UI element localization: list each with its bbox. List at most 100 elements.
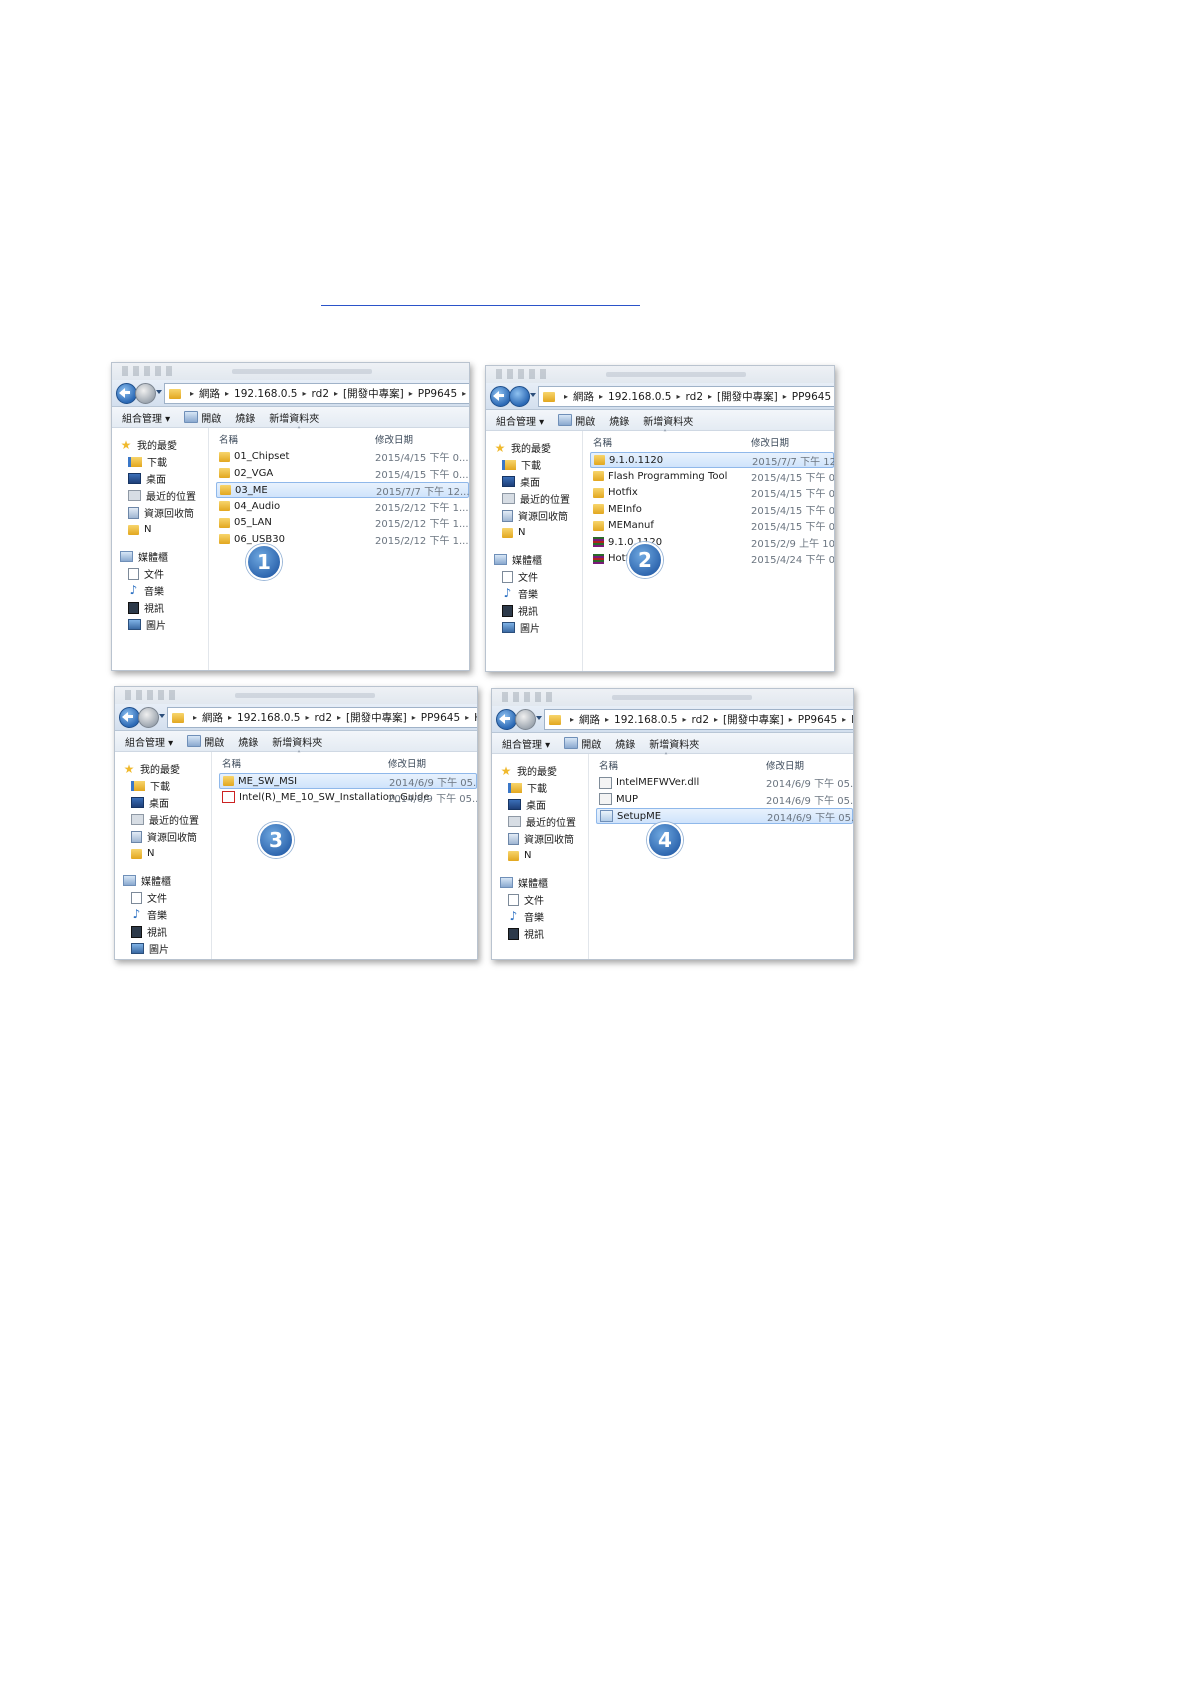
column-name-header[interactable]: 名稱 xyxy=(219,432,238,446)
nav-item-music[interactable]: ♪ 音樂 xyxy=(112,582,208,599)
chevron-right-icon[interactable]: ▸ xyxy=(570,715,574,724)
burn-button[interactable]: 燒錄 xyxy=(615,736,635,751)
breadcrumb-item[interactable]: 網路 xyxy=(573,389,594,404)
file-row[interactable]: 06_USB30 2015/2/12 下午 1... xyxy=(216,532,469,547)
chevron-right-icon[interactable]: ▸ xyxy=(306,713,310,722)
nav-item-music[interactable]: ♪ 音樂 xyxy=(115,906,211,923)
breadcrumb-item[interactable]: rd2 xyxy=(686,391,703,403)
column-name-header[interactable]: 名稱 xyxy=(593,435,612,449)
file-row[interactable]: 04_Audio 2015/2/12 下午 1... xyxy=(216,499,469,514)
breadcrumb-item[interactable]: PP9645 xyxy=(792,391,831,403)
chevron-right-icon[interactable]: ▸ xyxy=(714,715,718,724)
organize-button[interactable]: 組合管理 ▾ xyxy=(496,413,544,428)
breadcrumb-item[interactable]: H81 xyxy=(474,712,477,724)
burn-button[interactable]: 燒錄 xyxy=(609,413,629,428)
breadcrumb-item[interactable]: rd2 xyxy=(692,714,709,726)
quick-access-toolbar[interactable] xyxy=(502,692,556,702)
quick-access-toolbar[interactable] xyxy=(496,369,550,379)
chevron-right-icon[interactable]: ▸ xyxy=(708,392,712,401)
nav-item-video[interactable]: 視訊 xyxy=(492,925,588,942)
quick-access-toolbar[interactable] xyxy=(122,366,176,376)
link-underline[interactable] xyxy=(321,305,640,306)
file-row[interactable]: 9.1.0.1120 2015/7/7 下午 12... xyxy=(590,452,834,468)
new-folder-button[interactable]: 新增資料夾 xyxy=(272,734,322,749)
nav-item-folder[interactable]: N xyxy=(112,521,208,538)
chevron-right-icon[interactable]: ▸ xyxy=(190,389,194,398)
breadcrumb-item[interactable]: [開發中專案] xyxy=(343,386,404,401)
breadcrumb[interactable]: ▸網路▸192.168.0.5▸rd2▸[開發中專案]▸PP9645▸H81▸D… xyxy=(538,386,834,407)
nav-item-folder[interactable]: N xyxy=(486,524,582,541)
file-row[interactable]: MUP 2014/6/9 下午 05... xyxy=(596,792,853,807)
nav-item-video[interactable]: 視訊 xyxy=(115,923,211,940)
breadcrumb-item[interactable]: PP9645 xyxy=(798,714,837,726)
file-row[interactable]: MEInfo 2015/4/15 下午 0... xyxy=(590,502,834,517)
file-row[interactable]: ME_SW_MSI 2014/6/9 下午 05... xyxy=(219,773,477,789)
back-arrow-icon[interactable] xyxy=(116,383,137,404)
chevron-right-icon[interactable]: ▸ xyxy=(412,713,416,722)
organize-button[interactable]: 組合管理 ▾ xyxy=(122,410,170,425)
new-folder-button[interactable]: 新增資料夾 xyxy=(269,410,319,425)
column-date-header[interactable]: 修改日期 xyxy=(766,758,804,772)
open-button[interactable]: 開啟 xyxy=(187,734,224,749)
nav-item-star[interactable]: ★ 我的最愛 xyxy=(112,436,208,453)
column-date-header[interactable]: 修改日期 xyxy=(388,756,426,770)
breadcrumb-item[interactable]: 192.168.0.5 xyxy=(614,714,677,726)
nav-item-document[interactable]: 文件 xyxy=(486,568,582,585)
chevron-right-icon[interactable]: ▸ xyxy=(605,715,609,724)
chevron-right-icon[interactable]: ▸ xyxy=(193,713,197,722)
nav-item-picture[interactable]: 圖片 xyxy=(486,619,582,636)
file-row[interactable]: 9.1.0.11202015/2/9 上午 10... xyxy=(590,535,834,550)
history-dropdown-icon[interactable] xyxy=(159,714,165,718)
chevron-right-icon[interactable]: ▸ xyxy=(599,392,603,401)
breadcrumb-item[interactable]: 網路 xyxy=(199,386,220,401)
history-dropdown-icon[interactable] xyxy=(530,393,536,397)
breadcrumb-item[interactable]: H81 xyxy=(851,714,853,726)
file-row[interactable]: 01_Chipset 2015/4/15 下午 0... xyxy=(216,449,469,464)
quick-access-toolbar[interactable] xyxy=(125,690,179,700)
file-row[interactable]: 02_VGA 2015/4/15 下午 0... xyxy=(216,466,469,481)
breadcrumb-item[interactable]: rd2 xyxy=(312,388,329,400)
breadcrumb-item[interactable]: [開發中專案] xyxy=(723,712,784,727)
breadcrumb[interactable]: ▸網路▸192.168.0.5▸rd2▸[開發中專案]▸PP9645▸H81▸D… xyxy=(544,709,853,730)
nav-item-document[interactable]: 文件 xyxy=(492,891,588,908)
nav-item-recycle-bin[interactable]: 資源回收筒 xyxy=(486,507,582,524)
forward-arrow-icon[interactable] xyxy=(135,383,156,404)
file-row[interactable]: 03_ME 2015/7/7 下午 12... xyxy=(216,482,469,498)
nav-item-download[interactable]: 下載 xyxy=(112,453,208,470)
chevron-right-icon[interactable]: ▸ xyxy=(677,392,681,401)
file-row[interactable]: 05_LAN 2015/2/12 下午 1... xyxy=(216,515,469,530)
chevron-right-icon[interactable]: ▸ xyxy=(462,389,466,398)
nav-item-document[interactable]: 文件 xyxy=(112,565,208,582)
breadcrumb-item[interactable]: 192.168.0.5 xyxy=(608,391,671,403)
nav-item-music[interactable]: ♪ 音樂 xyxy=(486,585,582,602)
nav-item-document[interactable]: 文件 xyxy=(115,889,211,906)
nav-item-star[interactable]: ★ 我的最愛 xyxy=(492,762,588,779)
breadcrumb-item[interactable]: 192.168.0.5 xyxy=(234,388,297,400)
nav-item-star[interactable]: ★ 我的最愛 xyxy=(486,439,582,456)
chevron-right-icon[interactable]: ▸ xyxy=(683,715,687,724)
history-dropdown-icon[interactable] xyxy=(536,716,542,720)
chevron-right-icon[interactable]: ▸ xyxy=(465,713,469,722)
breadcrumb-item[interactable]: PP9645 xyxy=(418,388,457,400)
nav-item-download[interactable]: 下載 xyxy=(115,777,211,794)
nav-item-download[interactable]: 下載 xyxy=(486,456,582,473)
back-arrow-icon[interactable] xyxy=(119,707,140,728)
breadcrumb-item[interactable]: 192.168.0.5 xyxy=(237,712,300,724)
chevron-right-icon[interactable]: ▸ xyxy=(564,392,568,401)
nav-item-video[interactable]: 視訊 xyxy=(112,599,208,616)
chevron-right-icon[interactable]: ▸ xyxy=(303,389,307,398)
nav-item-music[interactable]: ♪ 音樂 xyxy=(492,908,588,925)
chevron-right-icon[interactable]: ▸ xyxy=(789,715,793,724)
chevron-right-icon[interactable]: ▸ xyxy=(783,392,787,401)
forward-arrow-icon[interactable] xyxy=(138,707,159,728)
open-button[interactable]: 開啟 xyxy=(184,410,221,425)
nav-item-picture[interactable]: 圖片 xyxy=(112,616,208,633)
burn-button[interactable]: 燒錄 xyxy=(238,734,258,749)
nav-item-recycle-bin[interactable]: 資源回收筒 xyxy=(492,830,588,847)
burn-button[interactable]: 燒錄 xyxy=(235,410,255,425)
nav-item-folder[interactable]: N xyxy=(115,845,211,862)
history-dropdown-icon[interactable] xyxy=(156,390,162,394)
breadcrumb-item[interactable]: rd2 xyxy=(315,712,332,724)
nav-item-recycle-bin[interactable]: 資源回收筒 xyxy=(112,504,208,521)
nav-item-library[interactable]: 媒體櫃 xyxy=(115,872,211,889)
